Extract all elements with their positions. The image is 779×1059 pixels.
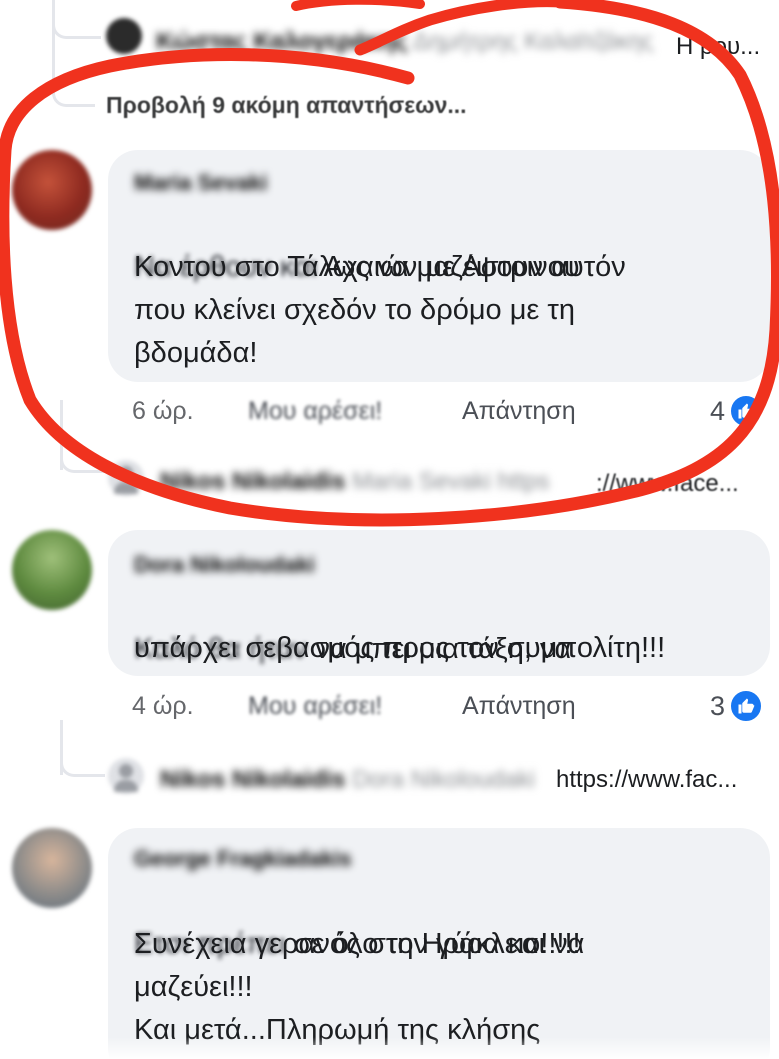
bottom-fade: [0, 1037, 779, 1059]
reply-preview[interactable]: Κώστας Καλογεράκης Δημήτρης Καλαϊτζάκης: [156, 28, 653, 56]
avatar[interactable]: [12, 828, 92, 908]
reply-button[interactable]: Απάντηση: [462, 692, 576, 721]
reply-text: https://www.fac...: [556, 766, 738, 793]
reaction-number: 3: [710, 690, 726, 721]
comment-author[interactable]: Dora Nikoloudaki: [134, 552, 315, 578]
comment-thread-screenshot: Κώστας Καλογεράκης Δημήτρης Καλαϊτζάκης …: [0, 0, 779, 1059]
reply-preview[interactable]: Nikos Nikolaidis Maria Sevaki https: [160, 468, 549, 496]
reply-author[interactable]: Nikos Nikolaidis: [160, 468, 345, 495]
reply-mention: Maria Sevaki https: [352, 468, 550, 495]
reaction-count[interactable]: 3: [710, 689, 764, 723]
reply-mention: Dora Nikoloudaki: [352, 766, 535, 793]
reply-preview-text[interactable]: https://www.fac...: [556, 766, 737, 794]
reply-text: Η ρου...: [676, 33, 761, 60]
like-button[interactable]: Μου αρέσει!: [248, 692, 382, 721]
reply-mention: Δημήτρης Καλαϊτζάκης: [412, 28, 654, 55]
comment-author[interactable]: George Fragkiadakis: [134, 846, 352, 872]
reaction-number: 4: [710, 395, 726, 426]
reply-author[interactable]: Κώστας Καλογεράκης: [156, 28, 408, 55]
reaction-count[interactable]: 4: [710, 394, 764, 428]
view-more-replies-link[interactable]: Προβολή 9 ακόμη απαντήσεων...: [106, 92, 467, 119]
reply-button[interactable]: Απάντηση: [462, 397, 576, 426]
avatar[interactable]: [106, 18, 142, 54]
reply-connector: [52, 10, 101, 39]
reply-author[interactable]: Nikos Nikolaidis: [160, 766, 345, 793]
reply-preview-text[interactable]: ://www.face...: [596, 470, 739, 498]
reply-preview-text[interactable]: Η ρου...: [676, 33, 760, 61]
reply-preview[interactable]: Nikos Nikolaidis Dora Nikoloudaki: [160, 766, 535, 794]
avatar[interactable]: [12, 150, 92, 230]
comment-text-body: υπάρχει σεβασμός προς τον συμπολίτη!!!: [134, 632, 666, 664]
reply-connector: [60, 740, 105, 777]
comment-author[interactable]: Maria Sevaki: [134, 170, 267, 196]
reply-text: ://www.face...: [596, 470, 739, 497]
avatar[interactable]: [12, 530, 92, 610]
reply-connector: [60, 440, 105, 473]
comment-text-body: Συνέχεια γερανός στην γύρα και να μαζεύε…: [134, 928, 585, 1046]
default-person-icon[interactable]: [108, 460, 144, 496]
like-button[interactable]: Μου αρέσει!: [248, 397, 382, 426]
thumbs-up-icon: [729, 394, 764, 428]
thumbs-up-icon: [729, 689, 764, 723]
comment-timestamp[interactable]: 6 ώρ.: [132, 397, 194, 426]
comment-text-body: Κοντου στο Τάλως να μαζέψουν αυτόν που κ…: [134, 251, 626, 369]
comment-timestamp[interactable]: 4 ώρ.: [132, 692, 194, 721]
reply-connector: [52, 82, 95, 107]
default-person-icon[interactable]: [108, 758, 144, 794]
